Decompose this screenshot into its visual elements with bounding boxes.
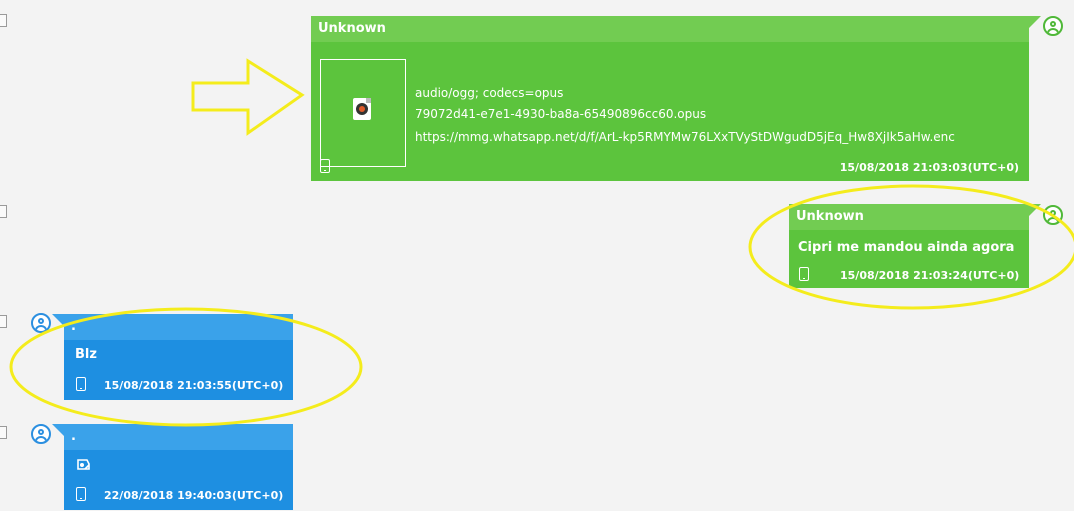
bubble-tail [1029,16,1041,28]
message-bubble-text[interactable]: . Blz 15/08/2018 21:03:55(UTC+0) [64,314,293,400]
avatar-icon [31,424,51,444]
attachment-thumbnail[interactable] [320,59,406,167]
sender-name: . [64,314,293,340]
sender-name: Unknown [789,204,1029,230]
bubble-tail [52,314,64,326]
attachment-filename: 79072d41-e7e1-4930-ba8a-65490896cc60.opu… [415,107,707,121]
phone-icon [76,377,86,391]
attachment-url[interactable]: https://mmg.whatsapp.net/d/f/ArL-kp5RMYM… [415,130,955,144]
message-text: Cipri me mandou ainda agora [798,240,1015,255]
message-bubble-audio[interactable]: Unknown audio/ogg; codecs=opus 79072d41-… [311,16,1029,181]
message-timestamp: 15/08/2018 21:03:03(UTC+0) [839,161,1019,174]
row-checkbox[interactable] [0,205,7,218]
phone-icon [320,159,330,173]
message-text: Blz [75,347,97,362]
message-bubble-sticker[interactable]: . 22/08/2018 19:40:03(UTC+0) [64,424,293,510]
annotation-arrow [191,58,305,136]
bubble-tail [52,424,64,436]
bubble-tail [1029,204,1041,216]
avatar-icon [1043,205,1063,225]
phone-icon [76,487,86,501]
sender-name: . [64,424,293,450]
message-timestamp: 15/08/2018 21:03:55(UTC+0) [104,379,284,392]
avatar-icon [31,313,51,333]
phone-icon [799,267,809,281]
avatar-icon [1043,16,1063,36]
message-bubble-text[interactable]: Unknown Cipri me mandou ainda agora 15/0… [789,204,1029,288]
sender-name: Unknown [311,16,1029,42]
message-timestamp: 22/08/2018 19:40:03(UTC+0) [104,489,284,502]
row-checkbox[interactable] [0,426,7,439]
row-checkbox[interactable] [0,14,7,27]
attachment-mime: audio/ogg; codecs=opus [415,86,564,100]
sticker-icon[interactable] [76,458,91,471]
message-timestamp: 15/08/2018 21:03:24(UTC+0) [840,269,1020,282]
audio-file-icon [353,98,371,120]
row-checkbox[interactable] [0,315,7,328]
